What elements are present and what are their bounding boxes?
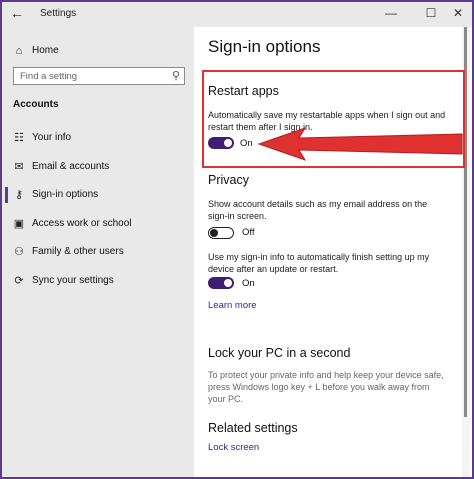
account-details-text: Show account details such as my email ad…	[208, 199, 428, 221]
privacy-heading: Privacy	[208, 173, 249, 187]
search-box[interactable]: Find a setting ⚲	[13, 67, 185, 85]
toggle-knob	[210, 228, 218, 237]
lock-screen-link[interactable]: Lock screen	[208, 442, 259, 453]
back-arrow-icon[interactable]: ←	[9, 5, 25, 21]
sidebar-item-access-work-school[interactable]: ▣ Access work or school	[2, 215, 194, 233]
sidebar: ⌂ Home Find a setting ⚲ Accounts ☷ Your i…	[2, 27, 194, 477]
sidebar-item-label: Email & accounts	[32, 161, 110, 172]
briefcase-icon: ▣	[13, 218, 25, 230]
sidebar-item-label: Sign-in options	[32, 189, 99, 200]
red-arrow-icon	[257, 127, 463, 161]
home-icon: ⌂	[15, 44, 23, 57]
lock-pc-text: To protect your private info and help ke…	[208, 370, 444, 404]
sidebar-item-label: Family & other users	[32, 246, 124, 257]
lock-pc-heading: Lock your PC in a second	[208, 346, 351, 360]
sidebar-item-your-info[interactable]: ☷ Your info	[2, 129, 194, 147]
learn-more-link[interactable]: Learn more	[208, 300, 257, 311]
sidebar-item-email-accounts[interactable]: ✉ Email & accounts	[2, 158, 194, 176]
sidebar-item-label: Your info	[32, 132, 72, 143]
page-title: Sign-in options	[208, 37, 321, 56]
title-bar: ← Settings — ☐ ✕	[2, 2, 472, 27]
person-card-icon: ☷	[14, 132, 24, 144]
close-icon[interactable]: ✕	[448, 5, 468, 21]
mail-icon: ✉	[14, 161, 24, 173]
sidebar-item-label: Sync your settings	[32, 275, 114, 286]
key-icon: ⚷	[14, 189, 24, 201]
signin-info-text: Use my sign-in info to automatically fin…	[208, 252, 430, 274]
sidebar-item-sign-in-options[interactable]: ⚷ Sign-in options	[2, 186, 194, 204]
settings-window: ← Settings — ☐ ✕ ⌂ Home Find a setting ⚲ …	[0, 0, 474, 479]
sidebar-item-label: Access work or school	[32, 218, 132, 229]
section-heading-accounts: Accounts	[13, 99, 59, 110]
sidebar-item-sync-settings[interactable]: ⟳ Sync your settings	[2, 272, 194, 290]
nav-home[interactable]: ⌂ Home	[12, 42, 59, 57]
signin-info-toggle-label: On	[242, 278, 255, 289]
search-icon[interactable]: ⚲	[172, 69, 180, 82]
window-title: Settings	[40, 8, 77, 19]
people-icon: ⚇	[14, 246, 24, 258]
maximize-icon[interactable]: ☐	[421, 5, 441, 21]
active-indicator	[5, 187, 8, 203]
nav-home-label: Home	[32, 45, 59, 57]
sync-icon: ⟳	[14, 275, 24, 287]
minimize-icon[interactable]: —	[381, 5, 401, 21]
signin-info-toggle[interactable]	[208, 277, 234, 289]
account-details-toggle-label: Off	[242, 227, 255, 238]
search-placeholder[interactable]: Find a setting	[20, 71, 77, 82]
related-settings-heading: Related settings	[208, 421, 298, 435]
sidebar-item-family-users[interactable]: ⚇ Family & other users	[2, 243, 194, 261]
account-details-toggle[interactable]	[208, 227, 234, 239]
toggle-knob	[224, 279, 232, 287]
